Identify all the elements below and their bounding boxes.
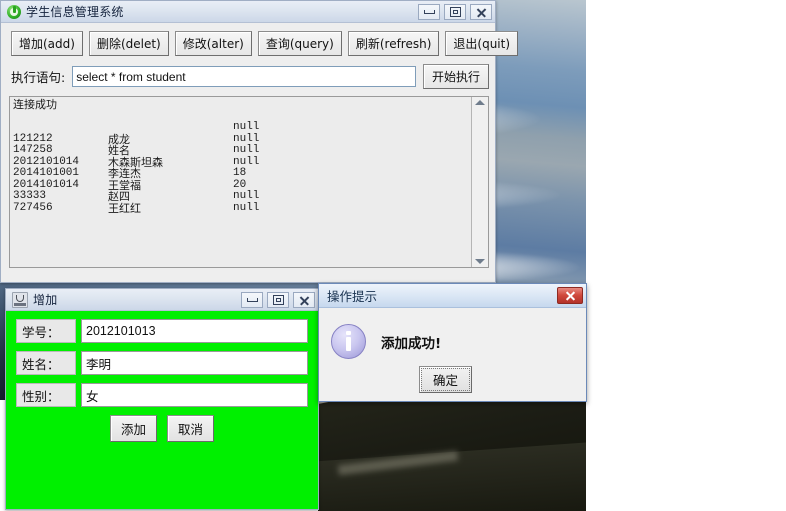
- desktop-blank-right: [586, 0, 786, 511]
- main-toolbar: 增加(add) 删除(delet) 修改(alter) 查询(query) 刷新…: [1, 23, 519, 62]
- message-text: 添加成功!: [381, 336, 442, 352]
- gender-label: 性别：: [16, 383, 76, 407]
- name-label: 姓名：: [16, 351, 76, 375]
- refresh-button[interactable]: 刷新(refresh): [347, 31, 440, 56]
- cancel-button[interactable]: 取消: [167, 415, 215, 442]
- student-id-label: 学号：: [16, 319, 76, 343]
- cell-name: 姓名: [108, 144, 130, 157]
- name-input[interactable]: 李明: [81, 351, 308, 375]
- wallpaper-mountain-photo: [318, 400, 586, 511]
- cell-value: null: [233, 201, 260, 214]
- table-row: 147258 姓名 null: [13, 144, 471, 157]
- java-coffee-icon: [12, 291, 28, 308]
- query-row: 执行语句: select * from student 开始执行: [1, 62, 495, 96]
- message-dialog[interactable]: 操作提示 添加成功! 确定: [318, 283, 587, 402]
- maximize-button[interactable]: [444, 3, 466, 20]
- message-dialog-titlebar[interactable]: 操作提示: [319, 284, 586, 308]
- main-window[interactable]: 学生信息管理系统 增加(add) 删除(delet) 修改(alter) 查询(…: [0, 0, 519, 283]
- cell-id: 727456: [13, 201, 53, 214]
- status-line: 连接成功: [13, 98, 57, 111]
- add-close-button[interactable]: [293, 291, 315, 308]
- cell-id: 2014101001: [13, 167, 80, 179]
- table-row: 727456 王红红 null: [13, 201, 471, 215]
- cell-id: 33333: [13, 190, 47, 202]
- ok-button[interactable]: 确定: [419, 366, 473, 393]
- output-textarea[interactable]: 连接成功 null 121212 成龙 null 147258 姓名 null …: [10, 97, 471, 267]
- execute-button[interactable]: 开始执行: [422, 64, 489, 89]
- add-button[interactable]: 增加(add): [11, 31, 83, 56]
- message-dialog-body: 添加成功! 确定: [319, 308, 586, 400]
- add-dialog-controls: [241, 291, 315, 308]
- main-window-titlebar[interactable]: 学生信息管理系统: [1, 1, 495, 23]
- cell-value: null: [233, 144, 260, 156]
- query-label: 执行语句:: [11, 70, 66, 85]
- field-row-student-id: 学号： 2012101013: [16, 319, 308, 343]
- table-row: 33333 赵四 null: [13, 190, 471, 203]
- table-row: 2014101001 李连杰 18: [13, 167, 471, 180]
- add-dialog-titlebar[interactable]: 增加: [6, 289, 318, 311]
- message-close-button[interactable]: [557, 287, 583, 304]
- cell-name: 王红红: [108, 201, 141, 215]
- add-maximize-button[interactable]: [267, 291, 289, 308]
- output-scrollbar[interactable]: [471, 97, 488, 267]
- app-icon: [7, 4, 21, 19]
- output-panel: 连接成功 null 121212 成龙 null 147258 姓名 null …: [9, 96, 489, 268]
- scroll-down-arrow-icon[interactable]: [475, 259, 485, 264]
- main-window-controls: [418, 3, 492, 20]
- student-id-input[interactable]: 2012101013: [81, 319, 308, 343]
- add-dialog[interactable]: 增加 学号： 2012101013 姓名： 李明 性别： 女 添加 取消: [5, 288, 319, 510]
- submit-add-button[interactable]: 添加: [109, 415, 157, 442]
- close-button[interactable]: [470, 3, 492, 20]
- gender-input[interactable]: 女: [81, 383, 308, 407]
- add-dialog-body: 学号： 2012101013 姓名： 李明 性别： 女 添加 取消: [6, 311, 318, 509]
- query-button[interactable]: 查询(query): [257, 31, 342, 56]
- add-dialog-title: 增加: [33, 293, 58, 307]
- alter-button[interactable]: 修改(alter): [174, 31, 252, 56]
- quit-button[interactable]: 退出(quit): [445, 31, 519, 56]
- add-minimize-button[interactable]: [241, 291, 263, 308]
- cell-name: 李连杰: [108, 167, 141, 180]
- add-dialog-actions: 添加 取消: [16, 415, 308, 442]
- delete-button[interactable]: 删除(delet): [88, 31, 169, 56]
- info-icon: [331, 324, 366, 359]
- cell-id: 147258: [13, 144, 53, 156]
- field-row-name: 姓名： 李明: [16, 351, 308, 375]
- field-row-gender: 性别： 女: [16, 383, 308, 407]
- message-dialog-title: 操作提示: [327, 289, 378, 304]
- main-window-title: 学生信息管理系统: [26, 5, 124, 19]
- cell-value: null: [233, 121, 260, 133]
- minimize-button[interactable]: [418, 3, 440, 20]
- table-row: null: [13, 121, 471, 134]
- query-input[interactable]: select * from student: [72, 66, 416, 87]
- cell-value: 18: [233, 167, 247, 179]
- cell-name: 赵四: [108, 190, 130, 203]
- cell-value: null: [233, 190, 260, 202]
- scroll-up-arrow-icon[interactable]: [475, 100, 485, 105]
